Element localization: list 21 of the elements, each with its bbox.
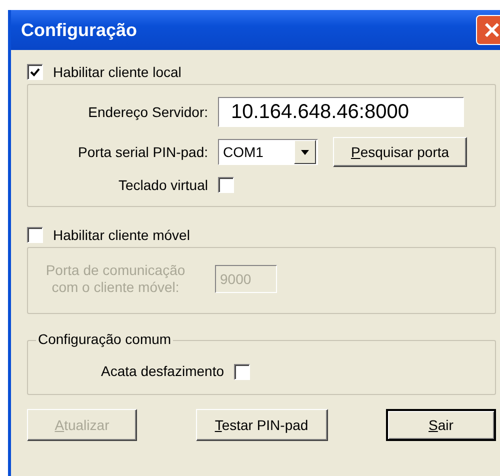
checkbox-label: Habilitar cliente local xyxy=(53,64,182,80)
dialog-button[interactable]: Testar PIN-pad xyxy=(196,409,328,442)
dialog-button[interactable]: Sair xyxy=(386,409,496,442)
field-label: Porta de comunicação com o cliente móvel: xyxy=(44,262,186,296)
group-title: Configuração comum xyxy=(36,331,174,348)
input-field[interactable]: 10.164.648.46:8000 xyxy=(218,97,464,127)
field-label: Endereço Servidor: xyxy=(87,104,209,120)
checkbox[interactable] xyxy=(234,364,250,380)
close-icon xyxy=(484,22,500,38)
caret-icon xyxy=(301,150,309,154)
window-title: Configuração xyxy=(21,20,138,40)
checkbox-label: Habilitar cliente móvel xyxy=(53,226,190,243)
dropdown[interactable]: COM1 xyxy=(218,139,318,165)
search-port-button[interactable]: Pesquisar porta xyxy=(333,137,467,167)
checkbox-label: Acata desfazimento xyxy=(100,363,225,380)
checkbox[interactable] xyxy=(27,64,43,80)
check-icon xyxy=(30,67,40,77)
checkbox[interactable] xyxy=(218,177,234,194)
close-button[interactable] xyxy=(476,15,500,45)
checkbox-label: Teclado virtual xyxy=(118,177,209,194)
field-label: Porta serial PIN-pad: xyxy=(77,144,209,160)
